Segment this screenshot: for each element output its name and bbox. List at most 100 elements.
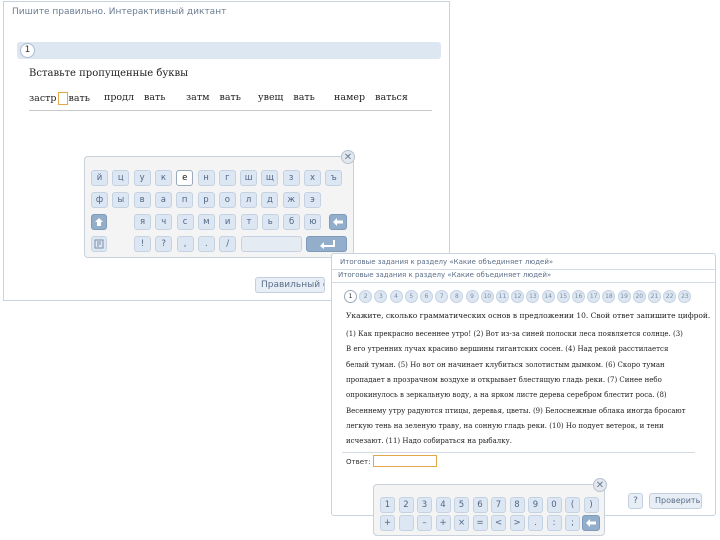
key[interactable]: × xyxy=(454,515,469,531)
shift-key[interactable] xyxy=(91,214,107,230)
keyboard-close-button[interactable]: ✕ xyxy=(341,150,355,164)
question-tab[interactable]: 9 xyxy=(465,290,479,303)
question-tab[interactable]: 23 xyxy=(678,290,692,303)
key[interactable]: ъ xyxy=(325,170,343,186)
key[interactable] xyxy=(398,515,414,531)
key[interactable]: = xyxy=(472,515,488,531)
question-tab[interactable]: 19 xyxy=(617,290,631,303)
question-tab[interactable]: 2 xyxy=(359,290,373,303)
key[interactable]: ч xyxy=(155,214,173,230)
question-tab[interactable]: 12 xyxy=(511,290,525,303)
key[interactable]: ? xyxy=(155,236,173,252)
letter-gap-input[interactable] xyxy=(57,92,68,105)
layout-switch-key[interactable] xyxy=(91,236,107,252)
key[interactable]: г xyxy=(218,170,236,186)
key[interactable]: с xyxy=(176,214,194,230)
key[interactable]: / xyxy=(219,236,237,252)
keyboard-close-button[interactable]: ✕ xyxy=(593,478,607,492)
key[interactable]: 4 xyxy=(435,497,451,513)
question-number[interactable]: 1 xyxy=(20,43,35,58)
key[interactable]: 1 xyxy=(380,497,395,513)
key[interactable]: . xyxy=(528,515,543,531)
key[interactable]: т xyxy=(240,214,258,230)
key[interactable]: з xyxy=(282,170,300,186)
key[interactable]: ! xyxy=(134,236,151,252)
question-tab[interactable]: 13 xyxy=(526,290,540,303)
check-button[interactable]: Проверить xyxy=(649,493,702,509)
key[interactable]: ; xyxy=(565,515,580,531)
key[interactable]: + xyxy=(380,515,395,531)
key[interactable]: б xyxy=(283,214,301,230)
key[interactable]: 8 xyxy=(509,497,525,513)
key[interactable]: э xyxy=(304,192,321,208)
key[interactable]: ь xyxy=(261,214,279,230)
key[interactable]: 2 xyxy=(398,497,414,513)
key[interactable]: 3 xyxy=(417,497,432,513)
key[interactable]: 6 xyxy=(472,497,488,513)
key[interactable]: ш xyxy=(240,170,258,186)
question-tab[interactable]: 5 xyxy=(404,290,418,303)
key[interactable]: ( xyxy=(565,497,580,513)
question-tab[interactable]: 3 xyxy=(374,290,388,303)
letter-gap-input[interactable] xyxy=(135,92,143,103)
key[interactable]: я xyxy=(134,214,151,230)
key[interactable]: д xyxy=(261,192,279,208)
key[interactable]: х xyxy=(304,170,321,186)
question-tab[interactable]: 11 xyxy=(496,290,509,303)
question-tab[interactable]: 18 xyxy=(602,290,616,303)
key[interactable]: . xyxy=(197,236,215,252)
key[interactable]: 5 xyxy=(454,497,469,513)
key[interactable]: < xyxy=(491,515,506,531)
key[interactable]: и xyxy=(219,214,237,230)
key[interactable]: , xyxy=(176,236,194,252)
enter-key[interactable] xyxy=(306,236,347,252)
key[interactable]: + xyxy=(435,515,451,531)
backspace-key[interactable] xyxy=(582,515,600,531)
key[interactable]: к xyxy=(154,170,172,186)
backspace-key[interactable] xyxy=(329,214,347,230)
question-tab[interactable]: 17 xyxy=(587,290,601,303)
space-key[interactable] xyxy=(241,236,302,252)
letter-gap-input[interactable] xyxy=(211,92,219,103)
letter-gap-input[interactable] xyxy=(366,92,374,103)
question-tab[interactable]: 14 xyxy=(541,290,555,303)
correct-answer-button[interactable]: Правильный ответ xyxy=(255,277,325,293)
question-tab[interactable]: 7 xyxy=(435,290,449,303)
question-tab[interactable]: 15 xyxy=(556,290,570,303)
key[interactable]: л xyxy=(240,192,258,208)
question-tab[interactable]: 10 xyxy=(480,290,494,303)
help-button[interactable]: ? xyxy=(628,493,643,509)
key[interactable]: – xyxy=(417,515,432,531)
key[interactable]: 0 xyxy=(546,497,562,513)
key[interactable]: щ xyxy=(261,170,279,186)
key[interactable]: > xyxy=(509,515,525,531)
key[interactable]: о xyxy=(218,192,236,208)
key[interactable]: 9 xyxy=(528,497,543,513)
key[interactable]: ж xyxy=(282,192,300,208)
key[interactable]: е xyxy=(176,170,194,186)
key[interactable]: в xyxy=(133,192,151,208)
key[interactable]: н xyxy=(197,170,215,186)
answer-input[interactable] xyxy=(373,455,437,467)
question-tab[interactable]: 4 xyxy=(389,290,403,303)
key[interactable]: ы xyxy=(112,192,130,208)
key[interactable]: 7 xyxy=(491,497,506,513)
key[interactable]: ц xyxy=(112,170,130,186)
key[interactable]: а xyxy=(154,192,172,208)
key[interactable]: й xyxy=(91,170,108,186)
key[interactable]: ю xyxy=(304,214,322,230)
key[interactable]: у xyxy=(133,170,151,186)
question-tab[interactable]: 8 xyxy=(450,290,464,303)
key[interactable]: ф xyxy=(91,192,108,208)
question-tab[interactable]: 20 xyxy=(632,290,646,303)
key[interactable]: м xyxy=(197,214,215,230)
question-tab[interactable]: 22 xyxy=(663,290,677,303)
question-tab[interactable]: 16 xyxy=(572,290,585,303)
question-tab[interactable]: 1 xyxy=(344,290,357,303)
letter-gap-input[interactable] xyxy=(284,92,292,103)
question-tab[interactable]: 21 xyxy=(648,290,661,303)
key[interactable]: : xyxy=(546,515,562,531)
key[interactable]: р xyxy=(197,192,215,208)
key[interactable]: п xyxy=(176,192,194,208)
question-tab[interactable]: 6 xyxy=(420,290,433,303)
